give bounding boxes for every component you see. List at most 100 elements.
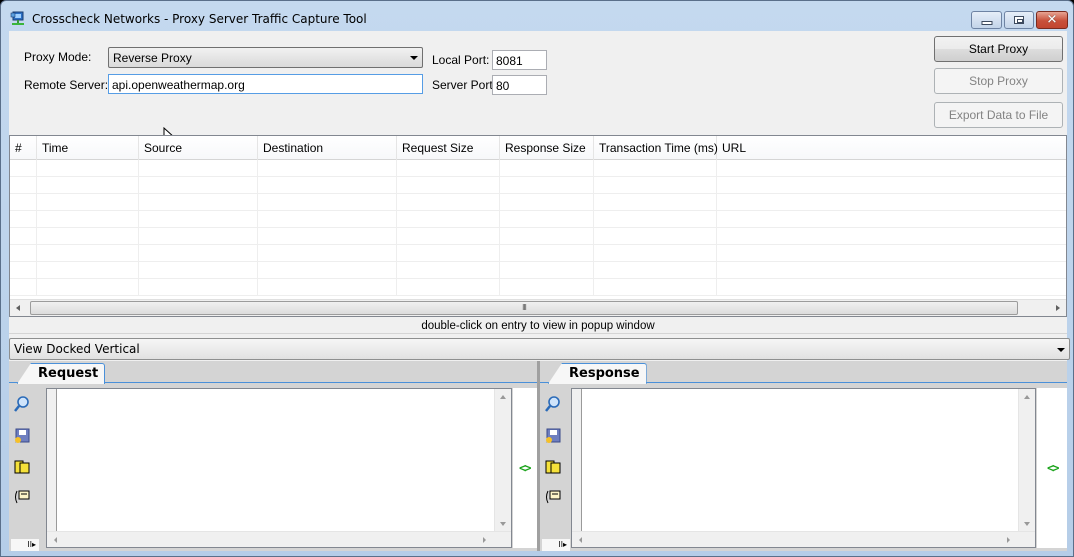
save-icon[interactable]	[544, 427, 562, 445]
request-editor[interactable]	[46, 388, 512, 548]
table-cell-divider	[593, 194, 594, 210]
table-cell-divider	[257, 228, 258, 244]
column-header-destination[interactable]: Destination	[258, 136, 397, 160]
server-port-input[interactable]: 80	[492, 75, 547, 95]
copy-icon[interactable]	[544, 458, 562, 476]
table-cell-divider	[396, 177, 397, 193]
window-title: Crosscheck Networks - Proxy Server Traff…	[32, 12, 367, 26]
table-cell-divider	[257, 177, 258, 193]
table-cell-divider	[499, 262, 500, 278]
table-cell-divider	[138, 228, 139, 244]
request-tabstrip: Request	[9, 361, 537, 384]
scroll-right-icon[interactable]	[1056, 305, 1060, 311]
table-cell-divider	[396, 194, 397, 210]
tab-request[interactable]: Request	[17, 363, 106, 384]
table-cell-divider	[257, 211, 258, 227]
request-vertical-scrollbar[interactable]	[494, 389, 511, 532]
response-horizontal-scrollbar[interactable]	[572, 531, 1035, 547]
line-gutter	[47, 389, 57, 532]
copy-icon[interactable]	[13, 458, 31, 476]
table-row[interactable]	[10, 160, 1066, 177]
minimize-button[interactable]	[971, 11, 1002, 29]
maximize-button[interactable]	[1004, 11, 1034, 29]
proxy-mode-dropdown[interactable]: Reverse Proxy	[108, 47, 423, 68]
proxy-mode-value: Reverse Proxy	[113, 51, 192, 65]
remote-server-input[interactable]: api.openweathermap.org	[108, 74, 423, 94]
request-horizontal-scrollbar[interactable]	[47, 531, 511, 547]
stop-proxy-button[interactable]: Stop Proxy	[934, 68, 1063, 94]
table-cell-divider	[257, 279, 258, 295]
column-header-response-size[interactable]: Response Size	[500, 136, 594, 160]
column-header-url[interactable]: URL	[717, 136, 1067, 160]
table-cell-divider	[36, 211, 37, 227]
code-toggle-icon[interactable]: <>	[519, 461, 532, 475]
request-pane: Request II▸ <>	[9, 361, 537, 551]
column-header-number[interactable]: #	[10, 136, 37, 160]
table-cell-divider	[36, 160, 37, 176]
table-cell-divider	[396, 245, 397, 261]
response-pane: Response II▸ <>	[540, 361, 1067, 551]
table-cell-divider	[716, 279, 717, 295]
column-header-time[interactable]: Time	[37, 136, 139, 160]
table-cell-divider	[499, 160, 500, 176]
export-data-button[interactable]: Export Data to File	[934, 102, 1063, 128]
close-icon: ✕	[1046, 12, 1058, 28]
app-network-icon	[10, 11, 24, 25]
expand-toolbar-button[interactable]: II▸	[11, 539, 39, 551]
table-row[interactable]	[10, 228, 1066, 245]
table-cell-divider	[257, 245, 258, 261]
table-cell-divider	[593, 160, 594, 176]
table-cell-divider	[499, 245, 500, 261]
table-cell-divider	[593, 228, 594, 244]
table-cell-divider	[593, 177, 594, 193]
client-area: Proxy Mode: Reverse Proxy Remote Server:…	[9, 31, 1070, 551]
scroll-thumb[interactable]: III	[30, 301, 1018, 315]
search-icon[interactable]	[544, 395, 562, 413]
table-cell-divider	[593, 245, 594, 261]
table-cell-divider	[499, 211, 500, 227]
scroll-left-icon[interactable]	[16, 305, 20, 311]
table-cell-divider	[716, 211, 717, 227]
view-mode-dropdown[interactable]: View Docked Vertical	[9, 338, 1070, 360]
tab-response[interactable]: Response	[548, 363, 647, 384]
column-header-transaction-time[interactable]: Transaction Time (ms)	[594, 136, 718, 160]
table-cell-divider	[138, 160, 139, 176]
table-row[interactable]	[10, 245, 1066, 262]
close-button[interactable]: ✕	[1036, 11, 1068, 29]
table-cell-divider	[593, 211, 594, 227]
save-icon[interactable]	[13, 427, 31, 445]
table-cell-divider	[257, 262, 258, 278]
column-header-source[interactable]: Source	[139, 136, 258, 160]
table-cell-divider	[138, 262, 139, 278]
table-cell-divider	[499, 279, 500, 295]
expand-toolbar-button[interactable]: II▸	[542, 539, 570, 551]
table-row[interactable]	[10, 211, 1066, 228]
server-port-value: 80	[496, 79, 510, 93]
table-cell-divider	[716, 177, 717, 193]
response-vertical-scrollbar[interactable]	[1018, 389, 1035, 532]
request-toolbar: II▸	[9, 385, 39, 551]
table-cell-divider	[593, 262, 594, 278]
traffic-table[interactable]: # Time Source Destination Request Size R…	[9, 135, 1067, 317]
table-row[interactable]	[10, 194, 1066, 211]
column-header-request-size[interactable]: Request Size	[397, 136, 500, 160]
table-horizontal-scrollbar[interactable]: III	[10, 299, 1066, 316]
table-row[interactable]	[10, 262, 1066, 279]
server-port-label: Server Port:	[432, 78, 497, 92]
search-icon[interactable]	[13, 395, 31, 413]
comment-icon[interactable]	[13, 488, 31, 506]
start-proxy-button[interactable]: Start Proxy	[934, 36, 1063, 62]
maximize-icon	[1014, 16, 1024, 24]
table-row[interactable]	[10, 279, 1066, 296]
code-toggle-icon[interactable]: <>	[1047, 461, 1060, 475]
table-cell-divider	[716, 245, 717, 261]
table-cell-divider	[396, 228, 397, 244]
response-editor[interactable]	[571, 388, 1036, 548]
remote-server-label: Remote Server:	[24, 78, 109, 92]
chevron-down-icon	[410, 56, 418, 60]
table-cell-divider	[396, 211, 397, 227]
table-row[interactable]	[10, 177, 1066, 194]
comment-icon[interactable]	[544, 488, 562, 506]
local-port-input[interactable]: 8081	[492, 50, 547, 70]
table-body[interactable]	[10, 160, 1066, 298]
